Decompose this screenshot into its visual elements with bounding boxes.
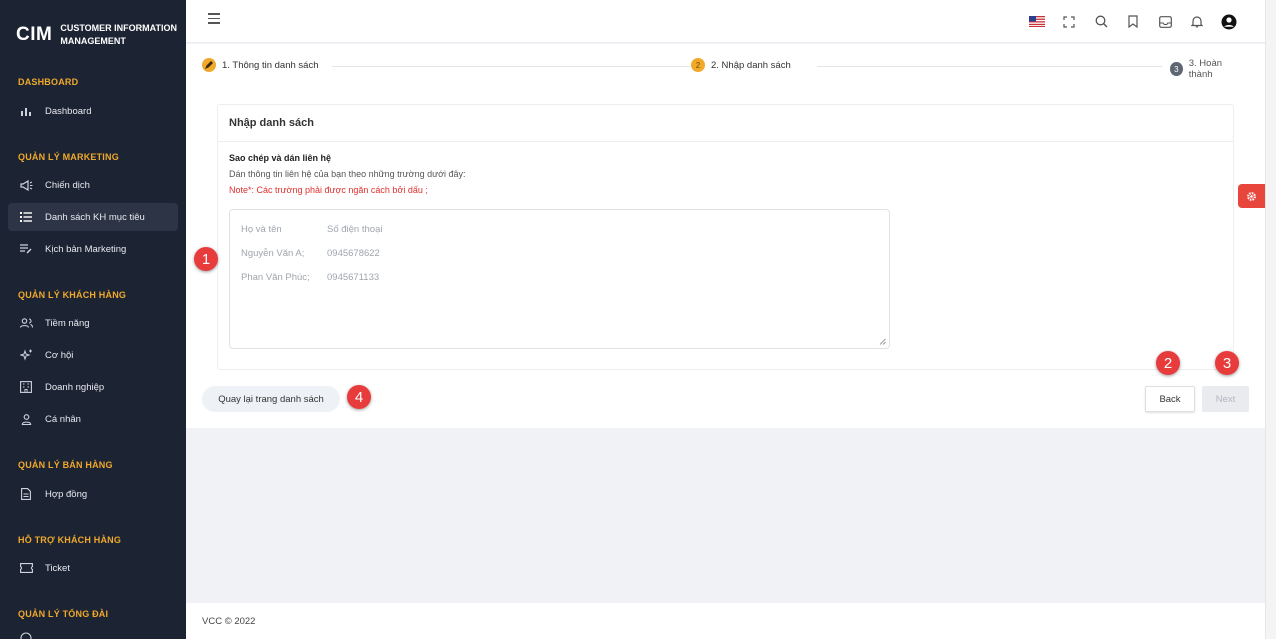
users-icon	[18, 315, 34, 331]
placeholder-cell: Phan Văn Phúc;	[241, 272, 310, 283]
step-label: 1. Thông tin danh sách	[222, 59, 319, 71]
section-title-switchboard: QUẢN LÝ TỔNG ĐÀI	[18, 609, 109, 619]
return-to-list-button[interactable]: Quay lại trang danh sách	[202, 386, 340, 412]
inbox-icon[interactable]	[1149, 6, 1181, 38]
ticket-icon	[18, 560, 34, 576]
placeholder-row: Họ và tên Số điện thoại	[241, 218, 878, 242]
sidebar-item-label: Tiềm năng	[45, 317, 90, 329]
annotation-badge-2: 2	[1156, 351, 1180, 375]
brand[interactable]: CIM CUSTOMER INFORMATION MANAGEMENT	[0, 0, 186, 70]
sidebar-item-label: Chiến dịch	[45, 179, 90, 191]
sparkle-icon	[18, 347, 34, 363]
sidebar: CIM CUSTOMER INFORMATION MANAGEMENT DASH…	[0, 0, 186, 639]
megaphone-icon	[18, 177, 34, 193]
sidebar-item-marketing-script[interactable]: Kịch bản Marketing	[8, 235, 178, 263]
placeholder-cell: Họ và tên	[241, 224, 282, 235]
placeholder-row: Phan Văn Phúc; 0945671133	[241, 266, 878, 290]
user-icon	[18, 411, 34, 427]
sidebar-item-target-list[interactable]: Danh sách KH mục tiêu	[8, 203, 178, 231]
resize-handle-icon[interactable]	[879, 338, 886, 345]
pencil-icon	[202, 58, 216, 72]
sidebar-item-individuals[interactable]: Cá nhân	[8, 405, 178, 433]
page-scrollbar[interactable]	[1265, 0, 1276, 639]
annotation-badge-4: 4	[347, 385, 371, 409]
section-title-marketing: QUẢN LÝ MARKETING	[18, 152, 119, 162]
account-icon[interactable]	[1213, 6, 1245, 38]
placeholder-row: Nguyễn Văn A; 0945678622	[241, 242, 878, 266]
placeholder-cell: Số điện thoại	[327, 224, 383, 235]
sidebar-item-label: Danh sách KH mục tiêu	[45, 211, 145, 223]
section-title-customers: QUẢN LÝ KHÁCH HÀNG	[18, 290, 127, 300]
sidebar-item-label: Kịch bản Marketing	[45, 243, 127, 255]
building-icon	[18, 379, 34, 395]
panel-body: Sao chép và dán liên hệ Dán thông tin li…	[218, 142, 1233, 206]
next-button[interactable]: Next	[1202, 386, 1249, 412]
panel-subtitle: Sao chép và dán liên hệ	[229, 153, 332, 163]
sidebar-item-leads[interactable]: Tiềm năng	[8, 309, 178, 337]
step-2: 2 2. Nhập danh sách	[691, 58, 797, 72]
step-label: 2. Nhập danh sách	[711, 59, 791, 71]
step-1: 1. Thông tin danh sách	[202, 58, 325, 72]
section-title-dashboard: DASHBOARD	[18, 77, 79, 87]
document-icon	[18, 486, 34, 502]
placeholder-cell: 0945671133	[327, 272, 380, 283]
sidebar-item-dashboard[interactable]: Dashboard	[8, 97, 178, 125]
sidebar-item-enterprises[interactable]: Doanh nghiệp	[8, 373, 178, 401]
sidebar-item-campaign[interactable]: Chiến dịch	[8, 171, 178, 199]
stepper-connector	[817, 66, 1162, 67]
step-label: 3. Hoàn thành	[1188, 58, 1223, 80]
placeholder-cell: 0945678622	[327, 248, 380, 259]
script-icon	[18, 241, 34, 257]
sidebar-item-label: Dashboard	[45, 105, 92, 117]
panel-title: Nhập danh sách	[218, 105, 1233, 142]
settings-gear-icon[interactable]	[1238, 184, 1265, 208]
contacts-textarea[interactable]: Họ và tên Số điện thoại Nguyễn Văn A; 09…	[229, 209, 890, 349]
section-title-sales: QUẢN LÝ BÁN HÀNG	[18, 460, 113, 470]
sidebar-item-label: Doanh nghiệp	[45, 381, 105, 393]
back-button[interactable]: Back	[1145, 386, 1195, 412]
brand-line-1: CUSTOMER INFORMATION	[60, 23, 177, 33]
search-icon[interactable]	[1085, 6, 1117, 38]
footer: VCC © 2022	[186, 603, 1265, 639]
sidebar-item-ticket[interactable]: Ticket	[8, 554, 178, 582]
brand-logo: CIM	[16, 24, 53, 45]
annotation-badge-3: 3	[1215, 351, 1239, 375]
bell-icon[interactable]	[1181, 6, 1213, 38]
step-number: 2	[691, 58, 705, 72]
stepper: 1. Thông tin danh sách 2 2. Nhập danh sá…	[202, 58, 1249, 80]
placeholder-cell: Nguyễn Văn A;	[241, 248, 305, 259]
us-flag-icon[interactable]	[1021, 6, 1053, 38]
sidebar-item-label: Ticket	[45, 562, 70, 574]
panel-note: Note*: Các trường phải được ngăn cách bở…	[229, 185, 428, 195]
section-title-support: HỖ TRỢ KHÁCH HÀNG	[18, 535, 122, 545]
bookmark-icon[interactable]	[1117, 6, 1149, 38]
phone-icon	[18, 630, 34, 639]
fullscreen-icon[interactable]	[1053, 6, 1085, 38]
menu-toggle-icon[interactable]	[208, 13, 222, 29]
sidebar-item-label: Hợp đồng	[45, 488, 88, 500]
sidebar-item-label: Cá nhân	[45, 413, 81, 425]
import-panel: Nhập danh sách Sao chép và dán liên hệ D…	[217, 104, 1234, 370]
annotation-badge-1: 1	[194, 247, 218, 271]
bar-chart-icon	[18, 103, 34, 119]
top-header	[186, 0, 1265, 43]
main-content: 1. Thông tin danh sách 2 2. Nhập danh sá…	[186, 44, 1265, 428]
sidebar-item-contracts[interactable]: Hợp đồng	[8, 480, 178, 508]
brand-name: CUSTOMER INFORMATION MANAGEMENT	[60, 22, 177, 48]
list-icon	[18, 209, 34, 225]
brand-line-2: MANAGEMENT	[60, 36, 126, 46]
step-3: 3 3. Hoàn thành	[1164, 58, 1249, 80]
stepper-connector	[332, 66, 700, 67]
step-number: 3	[1170, 62, 1183, 76]
sidebar-item-opportunities[interactable]: Cơ hội	[8, 341, 178, 369]
panel-description: Dán thông tin liên hệ của bạn theo những…	[229, 169, 466, 179]
sidebar-item-label: Cơ hội	[45, 349, 74, 361]
header-actions	[1021, 0, 1245, 43]
